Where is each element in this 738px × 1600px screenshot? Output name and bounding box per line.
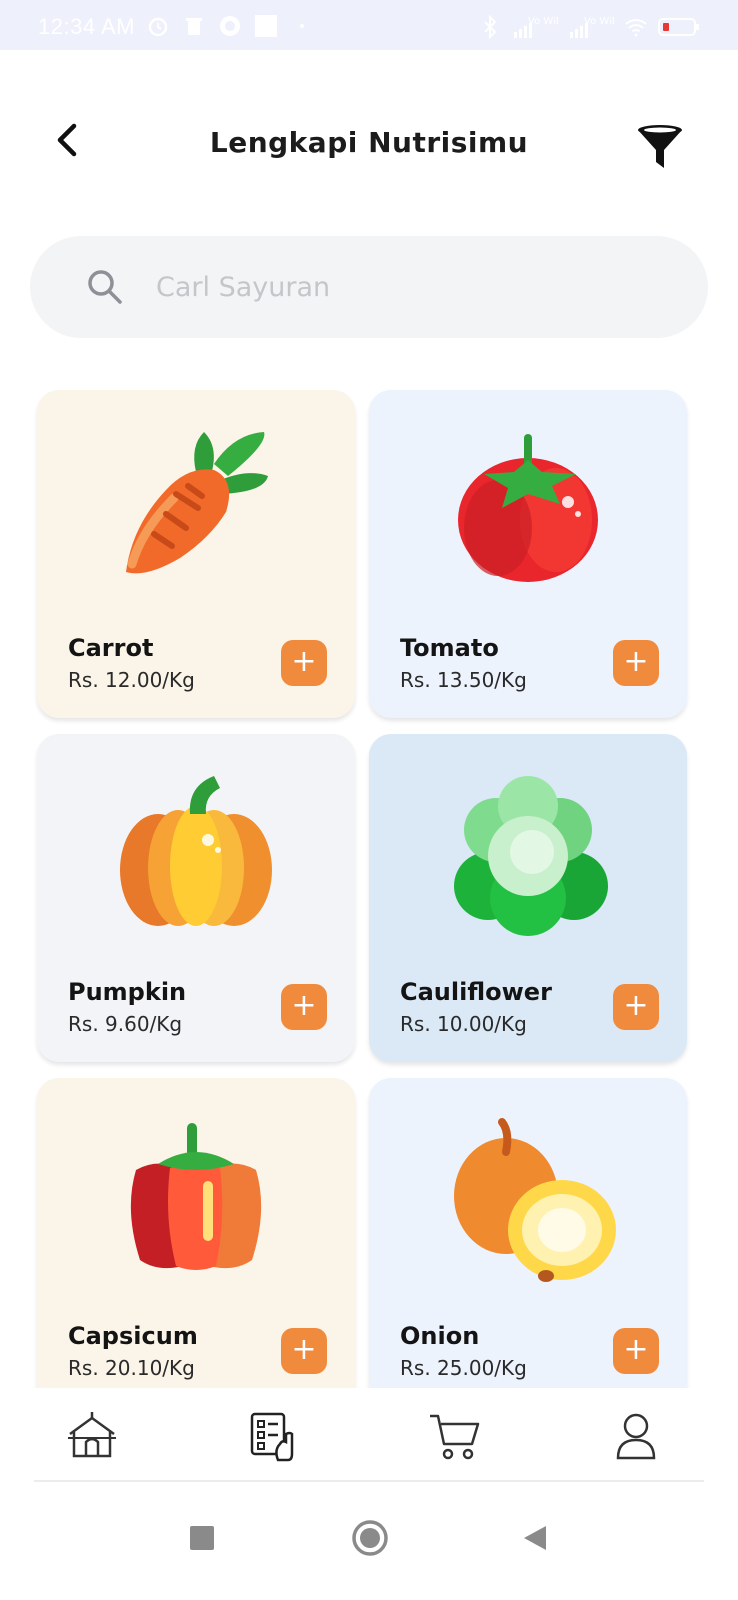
nav-home[interactable]	[64, 1408, 120, 1464]
search-input[interactable]	[156, 264, 676, 310]
product-name: Onion	[400, 1322, 480, 1350]
product-name: Tomato	[400, 634, 499, 662]
nav-divider	[34, 1480, 704, 1482]
product-card[interactable]: Carrot Rs. 12.00/Kg +	[37, 390, 355, 718]
cart-icon	[430, 1414, 480, 1460]
bluetooth-icon	[484, 15, 497, 39]
status-right-icons: Vo WiFi Vo WiFi	[478, 14, 700, 40]
carrot-icon	[126, 432, 268, 574]
product-grid[interactable]: Carrot Rs. 12.00/Kg + Tomato Rs. 13.50/K…	[0, 380, 738, 1388]
page-title: Lengkapi Nutrisimu	[209, 126, 529, 159]
product-price: Rs. 12.00/Kg	[68, 668, 195, 692]
add-to-cart-button[interactable]: +	[613, 640, 659, 686]
product-price: Rs. 20.10/Kg	[68, 1356, 195, 1380]
back-triangle-icon	[524, 1526, 546, 1550]
product-price: Rs. 13.50/Kg	[400, 668, 527, 692]
product-price: Rs. 9.60/Kg	[68, 1012, 183, 1036]
battery-icon	[658, 18, 699, 36]
nav-profile[interactable]	[608, 1408, 664, 1464]
capsicum-icon	[130, 1123, 262, 1270]
vowifi-label: Vo WiFi	[584, 16, 614, 27]
dot-icon	[300, 24, 304, 28]
product-name: Capsicum	[68, 1322, 198, 1350]
add-to-cart-button[interactable]: +	[613, 1328, 659, 1374]
onion-icon	[454, 1118, 616, 1282]
status-bar: 12:34 AM Vo WiFi Vo WiFi	[0, 0, 738, 50]
wifi-icon	[625, 19, 647, 37]
add-to-cart-button[interactable]: +	[613, 984, 659, 1030]
tomato-icon	[458, 434, 598, 582]
product-card[interactable]: Tomato Rs. 13.50/Kg +	[369, 390, 687, 718]
add-to-cart-button[interactable]: +	[281, 1328, 327, 1374]
home-circle-icon	[352, 1520, 388, 1556]
product-price: Rs. 10.00/Kg	[400, 1012, 527, 1036]
viber-icon	[220, 16, 240, 36]
order-list-icon	[250, 1412, 294, 1462]
product-card[interactable]: Pumpkin Rs. 9.60/Kg +	[37, 734, 355, 1062]
product-name: Pumpkin	[68, 978, 187, 1006]
add-to-cart-button[interactable]: +	[281, 640, 327, 686]
search-icon	[88, 270, 122, 304]
bottom-nav	[0, 1388, 738, 1482]
product-price: Rs. 25.00/Kg	[400, 1356, 527, 1380]
add-to-cart-button[interactable]: +	[281, 984, 327, 1030]
product-card[interactable]: Onion Rs. 25.00/Kg +	[369, 1078, 687, 1388]
status-left-icons	[146, 14, 314, 38]
product-name: Cauliflower	[400, 978, 552, 1006]
profile-icon	[616, 1413, 656, 1460]
funnel-icon	[638, 125, 682, 168]
pumpkin-icon	[120, 776, 272, 926]
nav-cart[interactable]	[426, 1408, 482, 1464]
cauliflower-icon	[454, 776, 608, 936]
recents-icon	[190, 1526, 214, 1550]
system-nav-bar	[0, 1484, 738, 1600]
alarm-icon	[148, 17, 168, 37]
trash-icon	[186, 18, 202, 35]
back-system-button[interactable]	[518, 1520, 554, 1556]
nav-orders[interactable]	[244, 1408, 300, 1464]
vowifi-label: Vo WiFi	[528, 16, 558, 27]
home-system-button[interactable]	[350, 1518, 390, 1558]
product-name: Carrot	[68, 634, 154, 662]
square-icon	[255, 15, 277, 37]
vowifi-signal-icon: Vo WiFi	[514, 16, 558, 38]
vowifi-signal-icon: Vo WiFi	[570, 16, 614, 38]
recents-button[interactable]	[184, 1520, 220, 1556]
product-card[interactable]: Capsicum Rs. 20.10/Kg +	[37, 1078, 355, 1388]
filter-button[interactable]	[634, 122, 686, 174]
product-card[interactable]: Cauliflower Rs. 10.00/Kg +	[369, 734, 687, 1062]
home-icon	[68, 1412, 116, 1458]
status-time: 12:34 AM	[38, 14, 135, 39]
search-bar[interactable]	[30, 236, 708, 338]
